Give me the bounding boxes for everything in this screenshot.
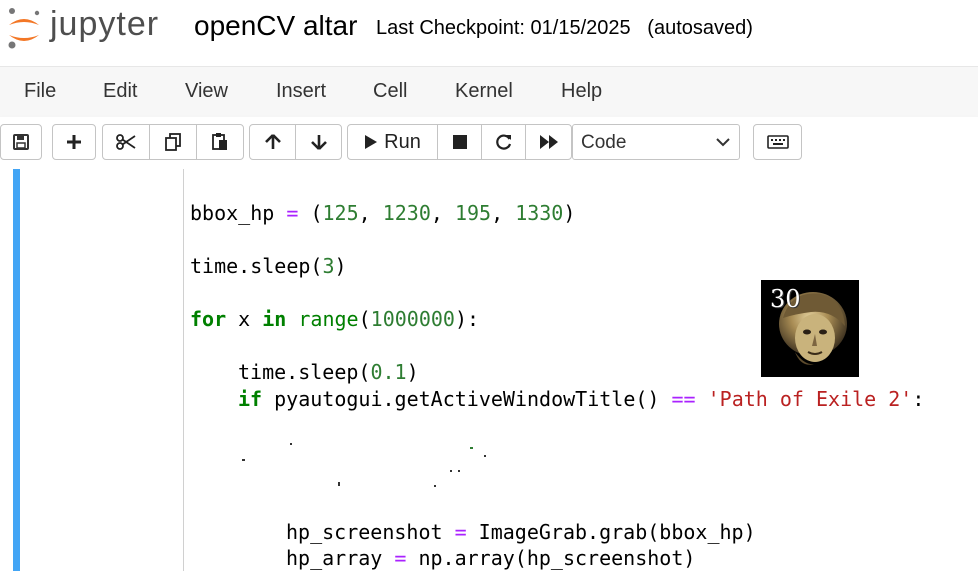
code-line: for x in range(1000000): xyxy=(190,307,480,331)
menu-file[interactable]: File xyxy=(24,80,56,103)
menu-insert[interactable]: Insert xyxy=(276,80,326,103)
save-group xyxy=(0,124,42,160)
chevron-down-icon xyxy=(716,138,730,147)
insert-group xyxy=(52,124,96,160)
selected-cell-indicator[interactable] xyxy=(13,169,20,571)
play-icon xyxy=(365,135,378,149)
scissors-icon xyxy=(116,134,136,150)
notebook-title[interactable]: openCV altar xyxy=(194,10,357,42)
command-palette-button[interactable] xyxy=(753,124,802,160)
run-group: Run xyxy=(347,124,572,160)
code-line: if pyautogui.getActiveWindowTitle() == '… xyxy=(238,387,925,411)
interrupt-button[interactable] xyxy=(437,124,482,160)
restart-button[interactable] xyxy=(481,124,526,160)
copy-icon xyxy=(165,133,181,151)
restart-run-all-button[interactable] xyxy=(525,124,572,160)
keyboard-icon xyxy=(766,135,789,149)
plus-icon xyxy=(67,135,81,149)
menu-view[interactable]: View xyxy=(185,80,228,103)
obscured-mark xyxy=(470,447,473,449)
input-prompt-area xyxy=(183,169,184,571)
code-line: hp_array = np.array(hp_screenshot) xyxy=(286,546,696,570)
toolbar: Run Code xyxy=(0,117,978,169)
fast-forward-icon xyxy=(539,135,558,149)
obscured-mark xyxy=(458,470,460,472)
jupyter-logo-text: jupyter xyxy=(50,5,160,43)
code-line: time.sleep(0.1) xyxy=(238,360,419,384)
copy-button[interactable] xyxy=(149,124,197,160)
obscured-mark xyxy=(434,485,436,487)
notebook-header: jupyter openCV altar Last Checkpoint: 01… xyxy=(0,0,978,66)
arrow-down-icon xyxy=(310,135,327,150)
checkpoint-status: Last Checkpoint: 01/15/2025 (autosaved) xyxy=(376,17,753,39)
orb-item-icon: 30 xyxy=(761,280,859,377)
save-icon xyxy=(13,134,29,150)
stack-count: 30 xyxy=(770,285,801,313)
stop-icon xyxy=(452,135,467,149)
save-button[interactable] xyxy=(0,124,42,160)
move-group xyxy=(249,124,342,160)
run-button[interactable]: Run xyxy=(347,124,438,160)
restart-icon xyxy=(495,134,511,150)
run-button-label: Run xyxy=(384,130,421,153)
jupyter-logo-icon[interactable] xyxy=(6,7,42,49)
menu-cell[interactable]: Cell xyxy=(373,80,407,103)
obscured-mark xyxy=(290,443,292,445)
cut-button[interactable] xyxy=(102,124,150,160)
keyboard-group xyxy=(753,124,802,160)
code-line: time.sleep(3) xyxy=(190,254,347,278)
cell-type-value: Code xyxy=(581,132,627,153)
obscured-mark xyxy=(338,482,340,486)
edit-group xyxy=(102,124,244,160)
menu-help[interactable]: Help xyxy=(561,80,602,103)
code-editor[interactable]: bbox_hp = (125, 1230, 195, 1330) time.sl… xyxy=(190,169,924,570)
obscured-mark xyxy=(484,455,486,457)
code-line: bbox_hp = (125, 1230, 195, 1330) xyxy=(190,201,576,225)
menu-edit[interactable]: Edit xyxy=(103,80,137,103)
paste-button[interactable] xyxy=(196,124,244,160)
menu-kernel[interactable]: Kernel xyxy=(455,80,513,103)
move-down-button[interactable] xyxy=(295,124,342,160)
code-line: hp_screenshot = ImageGrab.grab(bbox_hp) xyxy=(286,520,756,544)
cell-type-select[interactable]: Code xyxy=(572,124,740,160)
insert-cell-button[interactable] xyxy=(52,124,96,160)
menu-bar: File Edit View Insert Cell Kernel Help xyxy=(0,66,978,118)
arrow-up-icon xyxy=(264,134,281,149)
move-up-button[interactable] xyxy=(249,124,296,160)
paste-icon xyxy=(212,133,227,150)
obscured-mark xyxy=(242,459,245,461)
obscured-mark xyxy=(450,470,452,472)
